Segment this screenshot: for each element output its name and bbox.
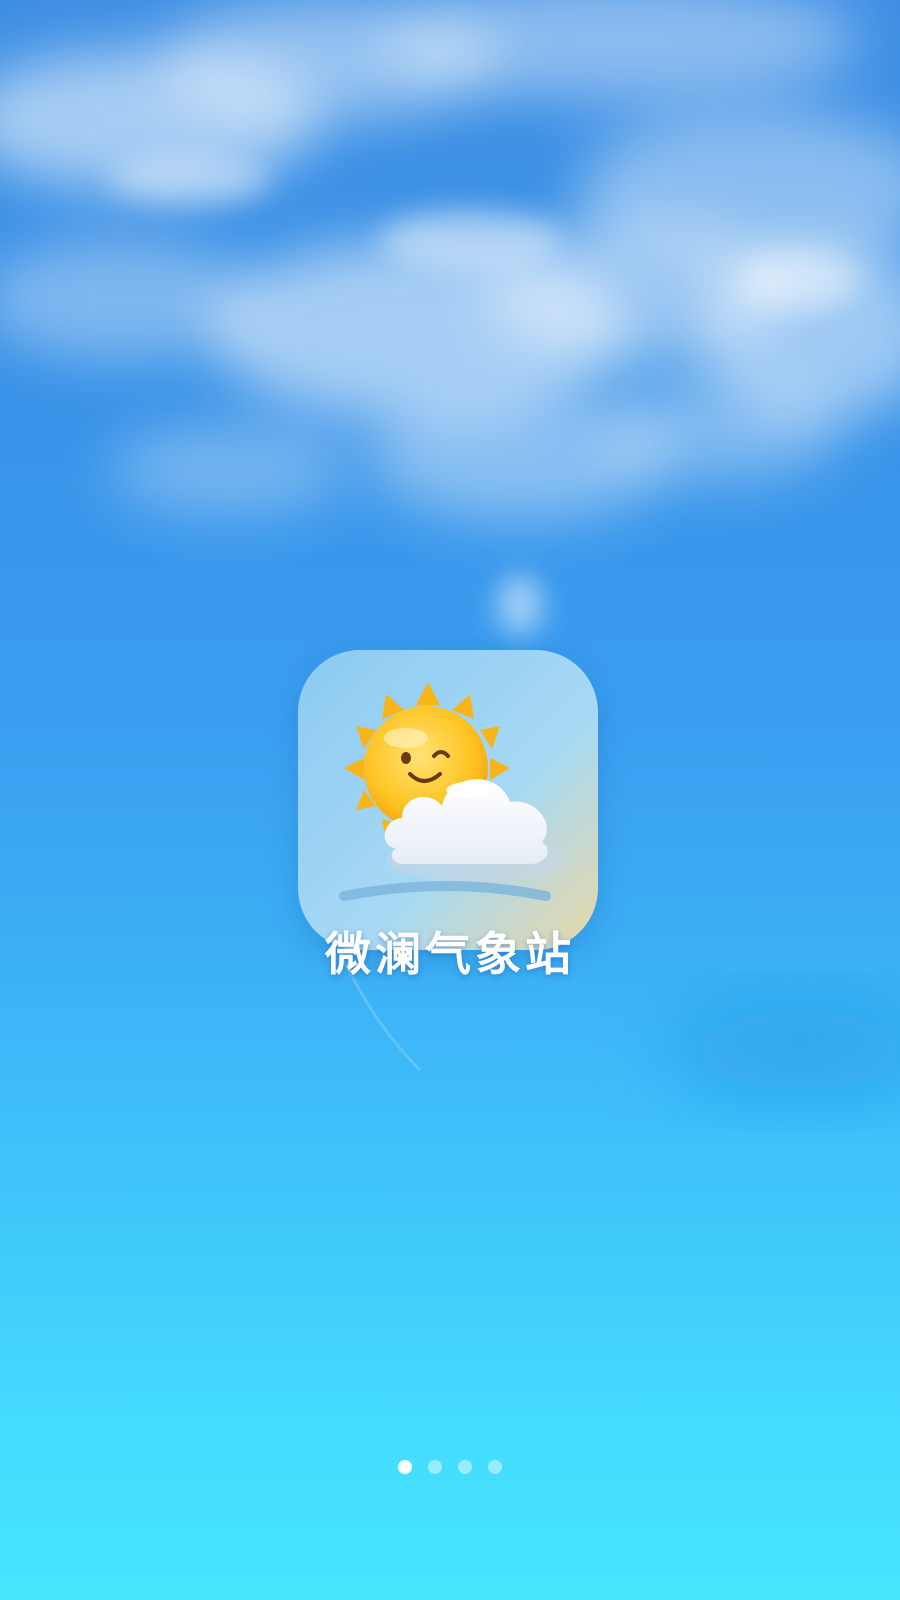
page-dot-1[interactable]: [398, 1460, 412, 1474]
page-indicator[interactable]: [0, 1460, 900, 1474]
page-dot-4[interactable]: [488, 1460, 502, 1474]
app-title: 微澜气象站: [325, 927, 575, 981]
app-icon: [298, 650, 598, 950]
sun-behind-cloud-icon: [298, 650, 598, 950]
page-dot-3[interactable]: [458, 1460, 472, 1474]
splash-screen: 微澜气象站: [0, 0, 900, 1600]
page-dot-2[interactable]: [428, 1460, 442, 1474]
